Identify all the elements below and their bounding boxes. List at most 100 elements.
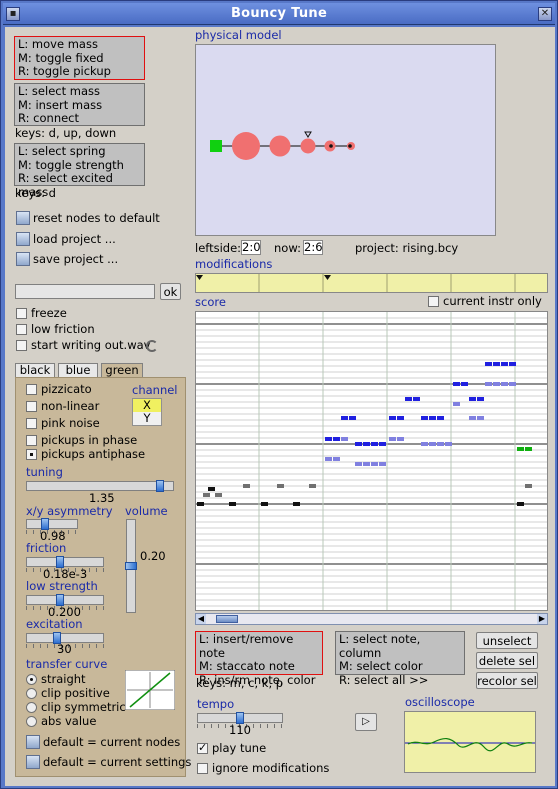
reset-nodes-button[interactable] bbox=[16, 211, 30, 225]
clip-positive-radio[interactable] bbox=[26, 688, 37, 699]
score-note[interactable] bbox=[333, 437, 340, 441]
score-note[interactable] bbox=[389, 437, 396, 441]
score-note[interactable] bbox=[525, 484, 532, 488]
score-note[interactable] bbox=[469, 416, 476, 420]
score-note[interactable] bbox=[341, 437, 348, 441]
score-note[interactable] bbox=[389, 416, 396, 420]
score-note[interactable] bbox=[517, 502, 524, 506]
friction-slider[interactable] bbox=[26, 556, 104, 568]
score-note[interactable] bbox=[215, 493, 222, 497]
play-tune-checkbox[interactable]: ✓ bbox=[197, 741, 208, 754]
score-note[interactable] bbox=[325, 457, 332, 461]
score-note[interactable] bbox=[355, 442, 362, 446]
current-instr-only-checkbox[interactable] bbox=[428, 296, 439, 307]
score-note[interactable] bbox=[349, 416, 356, 420]
score-note[interactable] bbox=[509, 382, 516, 386]
low-strength-slider[interactable] bbox=[26, 594, 104, 606]
score-note[interactable] bbox=[469, 397, 476, 401]
mass-2[interactable] bbox=[269, 135, 291, 157]
score-note[interactable] bbox=[197, 502, 204, 506]
fixed-mass[interactable] bbox=[210, 140, 222, 152]
default-settings-button[interactable] bbox=[26, 755, 40, 769]
score-note[interactable] bbox=[477, 397, 484, 401]
score-note[interactable] bbox=[363, 462, 370, 466]
score-note[interactable] bbox=[325, 437, 332, 441]
mass-1[interactable] bbox=[232, 132, 260, 160]
play-button[interactable]: ▷ bbox=[355, 713, 377, 731]
score-note[interactable] bbox=[517, 447, 524, 451]
score-note[interactable] bbox=[421, 416, 428, 420]
freeze-checkbox[interactable] bbox=[16, 308, 27, 319]
score-note[interactable] bbox=[371, 462, 378, 466]
save-project-button[interactable] bbox=[16, 252, 30, 266]
tab-black[interactable]: black bbox=[15, 363, 55, 378]
physical-model-canvas[interactable] bbox=[195, 44, 496, 236]
straight-radio[interactable] bbox=[26, 674, 37, 685]
abs-value-radio[interactable] bbox=[26, 716, 37, 727]
score-note[interactable] bbox=[397, 416, 404, 420]
channel-select[interactable]: X Y bbox=[132, 398, 162, 426]
score-note[interactable] bbox=[261, 502, 268, 506]
score-note[interactable] bbox=[445, 442, 452, 446]
leftside-field[interactable]: 2:0 bbox=[241, 240, 261, 255]
score-note[interactable] bbox=[405, 397, 412, 401]
write-wav-checkbox[interactable] bbox=[16, 340, 27, 351]
score-note[interactable] bbox=[429, 442, 436, 446]
tab-blue[interactable]: blue bbox=[58, 363, 98, 378]
volume-slider[interactable] bbox=[125, 519, 137, 613]
load-project-button[interactable] bbox=[16, 232, 30, 246]
ignore-modifications-checkbox[interactable] bbox=[197, 763, 208, 774]
ok-button[interactable]: ok bbox=[160, 283, 181, 300]
score-note[interactable] bbox=[429, 416, 436, 420]
mass-3[interactable] bbox=[300, 138, 316, 154]
score-note[interactable] bbox=[453, 382, 460, 386]
score-note[interactable] bbox=[379, 442, 386, 446]
score-note[interactable] bbox=[379, 462, 386, 466]
volume-thumb[interactable] bbox=[125, 562, 137, 570]
tempo-slider[interactable] bbox=[197, 712, 283, 724]
low-friction-checkbox[interactable] bbox=[16, 324, 27, 335]
score-note[interactable] bbox=[277, 484, 284, 488]
score-note[interactable] bbox=[477, 416, 484, 420]
score-note[interactable] bbox=[421, 442, 428, 446]
pizzicato-checkbox[interactable] bbox=[26, 384, 37, 395]
score-note[interactable] bbox=[453, 402, 460, 406]
score-note[interactable] bbox=[485, 362, 492, 366]
score-note[interactable] bbox=[208, 487, 215, 491]
channel-y-option[interactable]: Y bbox=[133, 412, 161, 425]
score-note[interactable] bbox=[203, 493, 210, 497]
scroll-left-icon[interactable]: ◀ bbox=[196, 614, 206, 624]
score-note[interactable] bbox=[501, 362, 508, 366]
score-note[interactable] bbox=[355, 462, 362, 466]
now-field[interactable]: 2:6 bbox=[303, 240, 323, 255]
tuning-slider[interactable] bbox=[26, 480, 174, 492]
default-nodes-button[interactable] bbox=[26, 735, 40, 749]
score-note[interactable] bbox=[485, 382, 492, 386]
score-note[interactable] bbox=[333, 457, 340, 461]
scroll-right-icon[interactable]: ▶ bbox=[537, 614, 547, 624]
clip-symmetric-radio[interactable] bbox=[26, 702, 37, 713]
xy-asymmetry-slider[interactable] bbox=[26, 518, 78, 530]
pickups-in-phase-checkbox[interactable] bbox=[26, 435, 37, 446]
score-note[interactable] bbox=[461, 382, 468, 386]
score-note[interactable] bbox=[509, 362, 516, 366]
score-scrollbar[interactable]: ◀ ▶ bbox=[195, 613, 548, 625]
recolor-sel-button[interactable]: recolor sel bbox=[476, 672, 538, 689]
title-bar[interactable]: ▪ Bouncy Tune ✕ bbox=[3, 3, 555, 25]
score-note[interactable] bbox=[293, 502, 300, 506]
score-note[interactable] bbox=[437, 442, 444, 446]
score-note[interactable] bbox=[413, 397, 420, 401]
delete-sel-button[interactable]: delete sel bbox=[476, 652, 538, 669]
pink-noise-checkbox[interactable] bbox=[26, 418, 37, 429]
unselect-button[interactable]: unselect bbox=[476, 632, 538, 649]
score-note[interactable] bbox=[341, 416, 348, 420]
score-note[interactable] bbox=[437, 416, 444, 420]
tuning-thumb[interactable] bbox=[156, 480, 164, 492]
score-note[interactable] bbox=[397, 437, 404, 441]
modifications-bar[interactable] bbox=[195, 273, 548, 293]
close-icon[interactable]: ✕ bbox=[538, 7, 552, 21]
score-note[interactable] bbox=[243, 484, 250, 488]
tab-green[interactable]: green bbox=[101, 363, 143, 378]
score-note[interactable] bbox=[309, 484, 316, 488]
score-note[interactable] bbox=[229, 502, 236, 506]
